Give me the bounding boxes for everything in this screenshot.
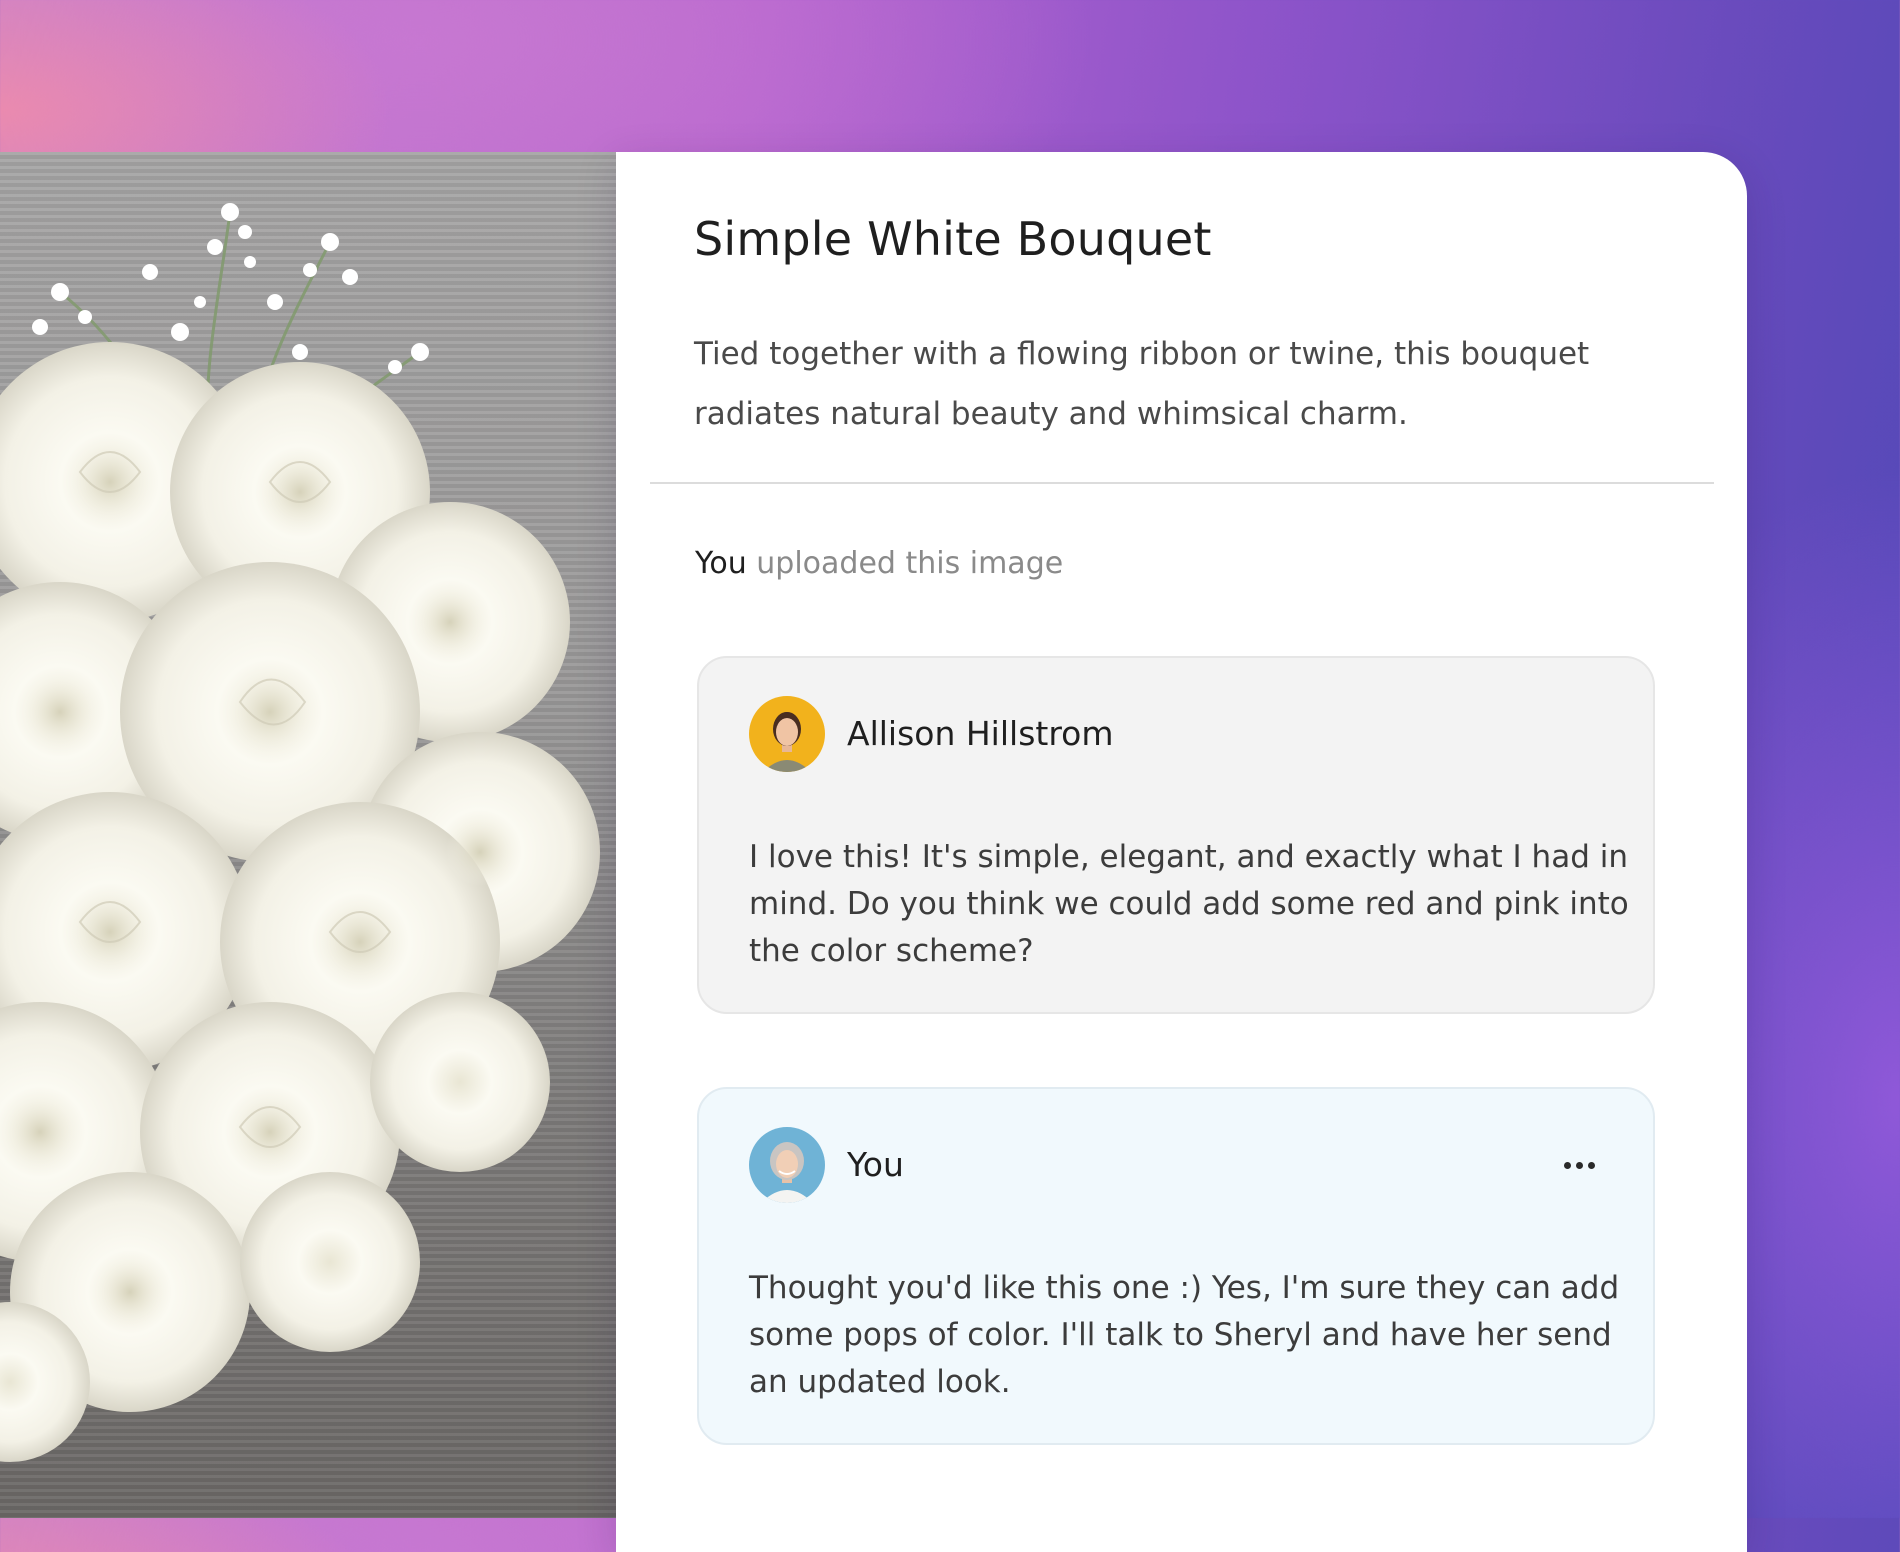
comment-card-own: You Thought you'd like this one :) Yes, … bbox=[697, 1087, 1655, 1445]
post-title: Simple White Bouquet bbox=[694, 212, 1212, 266]
comment-author: You bbox=[847, 1145, 904, 1184]
comment-card: Allison Hillstrom I love this! It's simp… bbox=[697, 656, 1655, 1014]
activity-action: uploaded this image bbox=[756, 546, 1064, 581]
comment-text: I love this! It's simple, elegant, and e… bbox=[749, 839, 1629, 969]
user-avatar-photo-icon bbox=[749, 1127, 825, 1203]
activity-actor: You bbox=[695, 546, 747, 581]
activity-line: You uploaded this image bbox=[695, 546, 1063, 581]
dot bbox=[1563, 1161, 1571, 1169]
avatar[interactable] bbox=[749, 696, 825, 772]
bouquet-photo bbox=[0, 152, 616, 1518]
more-horizontal-icon[interactable] bbox=[1557, 1147, 1601, 1183]
avatar[interactable] bbox=[749, 1127, 825, 1203]
dot bbox=[1587, 1161, 1595, 1169]
divider bbox=[650, 482, 1714, 484]
post-description: Tied together with a flowing ribbon or t… bbox=[694, 336, 1590, 432]
dot bbox=[1575, 1161, 1583, 1169]
comment-author: Allison Hillstrom bbox=[847, 714, 1114, 753]
user-avatar-photo-icon bbox=[749, 696, 825, 772]
comment-text: Thought you'd like this one :) Yes, I'm … bbox=[749, 1270, 1620, 1400]
detail-card: Simple White Bouquet Tied together with … bbox=[616, 152, 1747, 1552]
